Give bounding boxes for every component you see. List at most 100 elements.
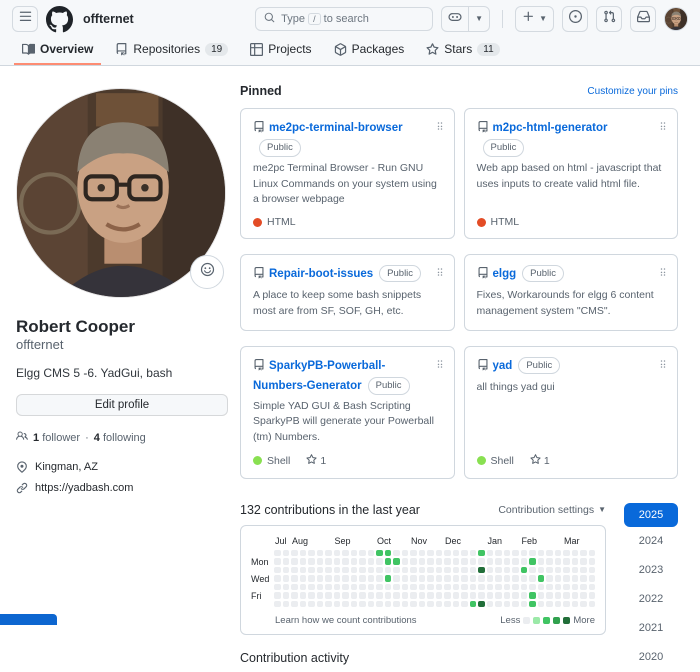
contribution-cell[interactable]	[529, 567, 536, 574]
contribution-cell[interactable]	[478, 575, 485, 582]
contribution-cell[interactable]	[359, 592, 366, 599]
contribution-cell[interactable]	[589, 601, 596, 608]
contribution-cell[interactable]	[351, 550, 358, 557]
contribution-cell[interactable]	[538, 567, 545, 574]
tab-stars[interactable]: Stars11	[418, 38, 507, 65]
contribution-cell[interactable]	[580, 575, 587, 582]
contribution-cell[interactable]	[419, 550, 426, 557]
contribution-cell[interactable]	[512, 575, 519, 582]
contribution-cell[interactable]	[325, 550, 332, 557]
contribution-cell[interactable]	[572, 592, 579, 599]
tab-repositories[interactable]: Repositories19	[107, 38, 236, 65]
contribution-cell[interactable]	[308, 567, 315, 574]
contribution-cell[interactable]	[589, 575, 596, 582]
contribution-cell[interactable]	[283, 575, 290, 582]
contribution-cell[interactable]	[385, 584, 392, 591]
contribution-cell[interactable]	[427, 567, 434, 574]
contribution-cell[interactable]	[487, 575, 494, 582]
contribution-cell[interactable]	[495, 592, 502, 599]
contribution-cell[interactable]	[487, 550, 494, 557]
year-button-active[interactable]: 2025	[624, 503, 678, 527]
contribution-cell[interactable]	[402, 550, 409, 557]
contribution-cell[interactable]	[529, 558, 536, 565]
contribution-cell[interactable]	[300, 592, 307, 599]
contribution-cell[interactable]	[436, 592, 443, 599]
contribution-cell[interactable]	[334, 550, 341, 557]
contribution-cell[interactable]	[402, 558, 409, 565]
contribution-cell[interactable]	[453, 584, 460, 591]
contribution-cell[interactable]	[470, 550, 477, 557]
contribution-cell[interactable]	[444, 567, 451, 574]
contribution-cell[interactable]	[589, 558, 596, 565]
contribution-cell[interactable]	[325, 558, 332, 565]
contribution-cell[interactable]	[444, 601, 451, 608]
contribution-cell[interactable]	[419, 567, 426, 574]
contribution-cell[interactable]	[529, 592, 536, 599]
contribution-cell[interactable]	[291, 575, 298, 582]
contribution-cell[interactable]	[274, 584, 281, 591]
contribution-cell[interactable]	[393, 575, 400, 582]
contribution-cell[interactable]	[470, 584, 477, 591]
contribution-cell[interactable]	[402, 601, 409, 608]
contribution-cell[interactable]	[359, 550, 366, 557]
contribution-cell[interactable]	[325, 584, 332, 591]
contribution-cell[interactable]	[342, 567, 349, 574]
contribution-cell[interactable]	[274, 601, 281, 608]
contribution-cell[interactable]	[274, 550, 281, 557]
repo-stars-link[interactable]: 1	[530, 454, 550, 468]
contribution-cell[interactable]	[580, 601, 587, 608]
contribution-cell[interactable]	[291, 550, 298, 557]
contribution-cell[interactable]	[351, 567, 358, 574]
contribution-cell[interactable]	[546, 592, 553, 599]
year-link[interactable]: 2022	[624, 585, 678, 614]
tab-projects[interactable]: Projects	[242, 38, 319, 65]
contribution-cell[interactable]	[521, 558, 528, 565]
contribution-cell[interactable]	[376, 550, 383, 557]
contribution-cell[interactable]	[376, 601, 383, 608]
contribution-cell[interactable]	[342, 601, 349, 608]
contribution-cell[interactable]	[291, 592, 298, 599]
contribution-cell[interactable]	[351, 575, 358, 582]
contribution-cell[interactable]	[410, 601, 417, 608]
contribution-cell[interactable]	[529, 584, 536, 591]
contribution-cell[interactable]	[419, 575, 426, 582]
contribution-cell[interactable]	[436, 575, 443, 582]
contribution-cell[interactable]	[461, 601, 468, 608]
contribution-cell[interactable]	[283, 601, 290, 608]
contribution-cell[interactable]	[495, 575, 502, 582]
contribution-cell[interactable]	[300, 567, 307, 574]
contribution-cell[interactable]	[317, 575, 324, 582]
contribution-cell[interactable]	[555, 575, 562, 582]
contribution-cell[interactable]	[555, 567, 562, 574]
contribution-cell[interactable]	[580, 584, 587, 591]
contribution-cell[interactable]	[495, 550, 502, 557]
contribution-cell[interactable]	[283, 550, 290, 557]
contribution-cell[interactable]	[546, 575, 553, 582]
contribution-cell[interactable]	[572, 584, 579, 591]
contribution-cell[interactable]	[308, 584, 315, 591]
repo-name-link[interactable]: elgg	[493, 268, 517, 280]
contribution-cell[interactable]	[461, 558, 468, 565]
tab-overview[interactable]: Overview	[14, 38, 101, 65]
repo-stars-link[interactable]: 1	[306, 454, 326, 468]
contribution-cell[interactable]	[470, 601, 477, 608]
contribution-cell[interactable]	[453, 575, 460, 582]
contribution-cell[interactable]	[308, 558, 315, 565]
contribution-cell[interactable]	[512, 567, 519, 574]
contribution-cell[interactable]	[555, 550, 562, 557]
contribution-cell[interactable]	[512, 592, 519, 599]
contribution-cell[interactable]	[563, 558, 570, 565]
contribution-cell[interactable]	[478, 567, 485, 574]
contribution-cell[interactable]	[342, 558, 349, 565]
contribution-cell[interactable]	[410, 575, 417, 582]
repo-name-link[interactable]: me2pc-terminal-browser	[269, 122, 403, 134]
contribution-cell[interactable]	[538, 601, 545, 608]
contribution-cell[interactable]	[359, 575, 366, 582]
contribution-cell[interactable]	[461, 584, 468, 591]
contribution-cell[interactable]	[504, 592, 511, 599]
contribution-cell[interactable]	[546, 558, 553, 565]
contribution-cell[interactable]	[410, 584, 417, 591]
contribution-cell[interactable]	[402, 584, 409, 591]
contribution-cell[interactable]	[402, 592, 409, 599]
contribution-cell[interactable]	[512, 558, 519, 565]
